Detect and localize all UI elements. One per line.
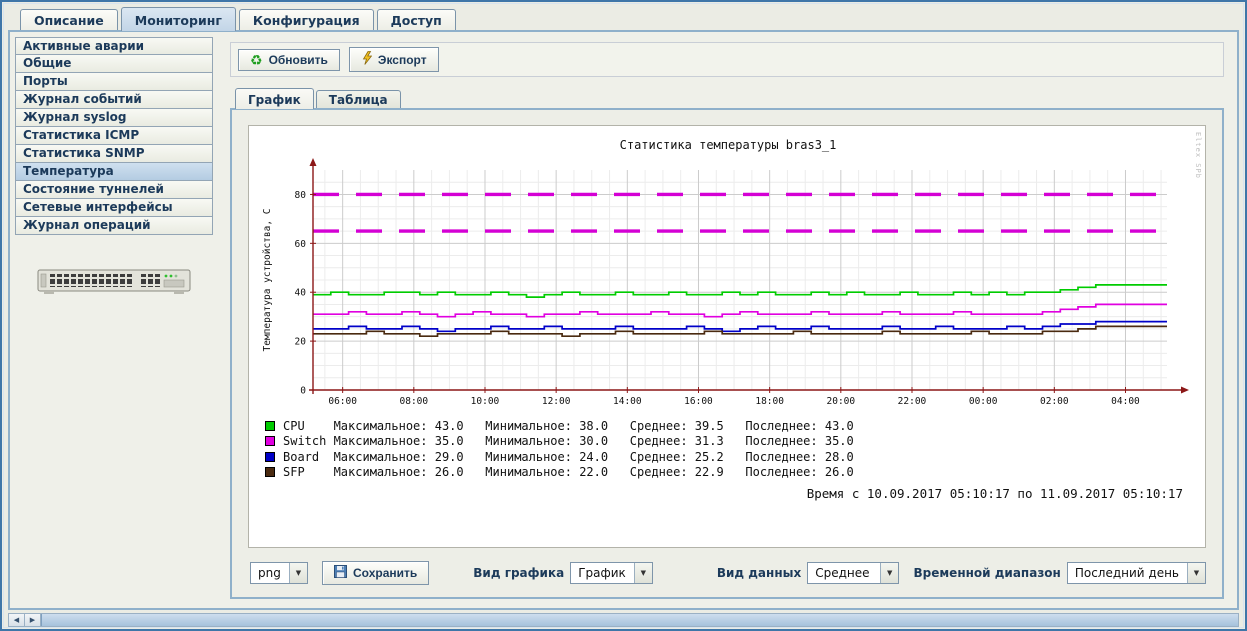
format-select[interactable]: png ▼ xyxy=(250,562,308,584)
export-icon xyxy=(361,51,372,68)
temperature-chart: 0 20 40 60 80 06:00 08:00 10:00 12:00 14:00 16:00 1… xyxy=(259,156,1194,408)
legend-row: Switch Максимальное: 35.0 Минимальное: 3… xyxy=(265,434,1197,450)
svg-text:10:00: 10:00 xyxy=(471,396,500,407)
svg-text:80: 80 xyxy=(295,190,307,201)
svg-text:00:00: 00:00 xyxy=(969,396,998,407)
device-image xyxy=(36,265,192,302)
sidebar-item-general[interactable]: Общие xyxy=(15,55,213,73)
export-button[interactable]: Экспорт xyxy=(349,47,439,72)
time-range-select-label: Временной диапазон xyxy=(914,566,1061,580)
horizontal-scrollbar[interactable]: ◀ ▶ xyxy=(8,613,1239,627)
svg-text:60: 60 xyxy=(295,239,307,250)
cpu-series-swatch xyxy=(265,421,275,431)
chart-subpanel: Статистика температуры bras3_1 Eltex SPb… xyxy=(230,108,1224,599)
save-button-label: Сохранить xyxy=(353,566,417,580)
export-button-label: Экспорт xyxy=(378,53,427,67)
time-range-label: Время с 10.09.2017 05:10:17 по 11.09.201… xyxy=(259,480,1197,501)
main-tabbar: ОписаниеМониторингКонфигурацияДоступ xyxy=(8,6,1239,30)
scroll-right-icon[interactable]: ▶ xyxy=(25,614,41,626)
svg-text:02:00: 02:00 xyxy=(1040,396,1069,407)
chevron-down-icon[interactable]: ▼ xyxy=(1187,563,1205,583)
chart-title: Статистика температуры bras3_1 xyxy=(259,138,1197,152)
svg-text:14:00: 14:00 xyxy=(613,396,642,407)
save-button[interactable]: Сохранить xyxy=(322,561,429,585)
sidebar-item-temperature[interactable]: Температура xyxy=(15,163,213,181)
refresh-icon: ♻ xyxy=(250,54,263,66)
svg-text:06:00: 06:00 xyxy=(328,396,357,407)
refresh-button[interactable]: ♻ Обновить xyxy=(238,49,340,71)
chart-legend: CPU Максимальное: 43.0 Минимальное: 38.0… xyxy=(265,418,1197,480)
board-series-swatch xyxy=(265,452,275,462)
svg-text:18:00: 18:00 xyxy=(755,396,784,407)
sidebar-item-operations-log[interactable]: Журнал операций xyxy=(15,217,213,235)
legend-row: Board Максимальное: 29.0 Минимальное: 24… xyxy=(265,449,1197,465)
monitoring-tab-content: Активные аварииОбщиеПортыЖурнал событийЖ… xyxy=(8,30,1239,610)
sidebar-item-syslog-log[interactable]: Журнал syslog xyxy=(15,109,213,127)
sidebar-item-icmp-stats[interactable]: Статистика ICMP xyxy=(15,127,213,145)
svg-text:08:00: 08:00 xyxy=(400,396,429,407)
data-view-value: Среднее xyxy=(808,563,880,583)
sidebar-item-tunnels-state[interactable]: Состояние туннелей xyxy=(15,181,213,199)
chart-controls: png ▼ Сохранить Вид графика График ▼ xyxy=(248,561,1206,585)
tab-configuration[interactable]: Конфигурация xyxy=(239,9,374,31)
legend-text: SFP Максимальное: 26.0 Минимальное: 22.0… xyxy=(283,465,854,479)
chevron-down-icon[interactable]: ▼ xyxy=(634,563,652,583)
sidebar-item-active-alarms[interactable]: Активные аварии xyxy=(15,37,213,55)
switch-series-swatch xyxy=(265,436,275,446)
sfp-series-swatch xyxy=(265,467,275,477)
chart-view-value: График xyxy=(571,563,634,583)
tab-monitoring[interactable]: Мониторинг xyxy=(121,7,236,31)
svg-text:16:00: 16:00 xyxy=(684,396,713,407)
chart-view-label: Вид графика xyxy=(473,566,564,580)
chart-subtabbar: ГрафикТаблица xyxy=(230,86,1224,108)
chart-watermark: Eltex SPb xyxy=(1194,132,1202,179)
legend-text: CPU Максимальное: 43.0 Минимальное: 38.0… xyxy=(283,419,854,433)
chart-panel: Статистика температуры bras3_1 Eltex SPb… xyxy=(248,125,1206,548)
svg-text:04:00: 04:00 xyxy=(1111,396,1140,407)
time-range-select[interactable]: Последний день ▼ xyxy=(1067,562,1206,584)
svg-text:12:00: 12:00 xyxy=(542,396,571,407)
main-panel: ♻ Обновить Экспорт ГрафикТаблица Статист… xyxy=(222,37,1232,603)
data-view-select[interactable]: Среднее ▼ xyxy=(807,562,899,584)
sidebar-item-network-interfaces[interactable]: Сетевые интерфейсы xyxy=(15,199,213,217)
time-range-value: Последний день xyxy=(1068,563,1187,583)
legend-text: Switch Максимальное: 35.0 Минимальное: 3… xyxy=(283,434,854,448)
chevron-down-icon[interactable]: ▼ xyxy=(289,563,307,583)
legend-row: SFP Максимальное: 26.0 Минимальное: 22.0… xyxy=(265,465,1197,481)
chart-view-select[interactable]: График ▼ xyxy=(570,562,653,584)
chevron-down-icon[interactable]: ▼ xyxy=(880,563,898,583)
svg-text:20:00: 20:00 xyxy=(827,396,856,407)
legend-row: CPU Максимальное: 43.0 Минимальное: 38.0… xyxy=(265,418,1197,434)
format-select-value: png xyxy=(251,563,289,583)
sidebar: Активные аварииОбщиеПортыЖурнал событийЖ… xyxy=(15,37,213,603)
legend-text: Board Максимальное: 29.0 Минимальное: 24… xyxy=(283,450,854,464)
scrollbar-thumb[interactable] xyxy=(41,614,1238,626)
refresh-button-label: Обновить xyxy=(269,53,328,67)
data-view-label: Вид данных xyxy=(717,566,801,580)
app-window: ОписаниеМониторингКонфигурацияДоступ Акт… xyxy=(0,0,1247,631)
svg-text:Температура устройства, C: Температура устройства, C xyxy=(262,209,273,352)
scroll-left-icon[interactable]: ◀ xyxy=(9,614,25,626)
toolbar: ♻ Обновить Экспорт xyxy=(230,42,1224,77)
svg-text:20: 20 xyxy=(295,337,307,348)
save-icon xyxy=(334,565,347,581)
subtab-table[interactable]: Таблица xyxy=(316,90,401,109)
tab-access[interactable]: Доступ xyxy=(377,9,456,31)
subtab-graph[interactable]: График xyxy=(235,88,314,109)
sidebar-item-snmp-stats[interactable]: Статистика SNMP xyxy=(15,145,213,163)
sidebar-item-event-log[interactable]: Журнал событий xyxy=(15,91,213,109)
svg-text:40: 40 xyxy=(295,288,307,299)
sidebar-item-ports[interactable]: Порты xyxy=(15,73,213,91)
svg-text:22:00: 22:00 xyxy=(898,396,927,407)
svg-text:0: 0 xyxy=(300,386,306,397)
tab-description[interactable]: Описание xyxy=(20,9,118,31)
